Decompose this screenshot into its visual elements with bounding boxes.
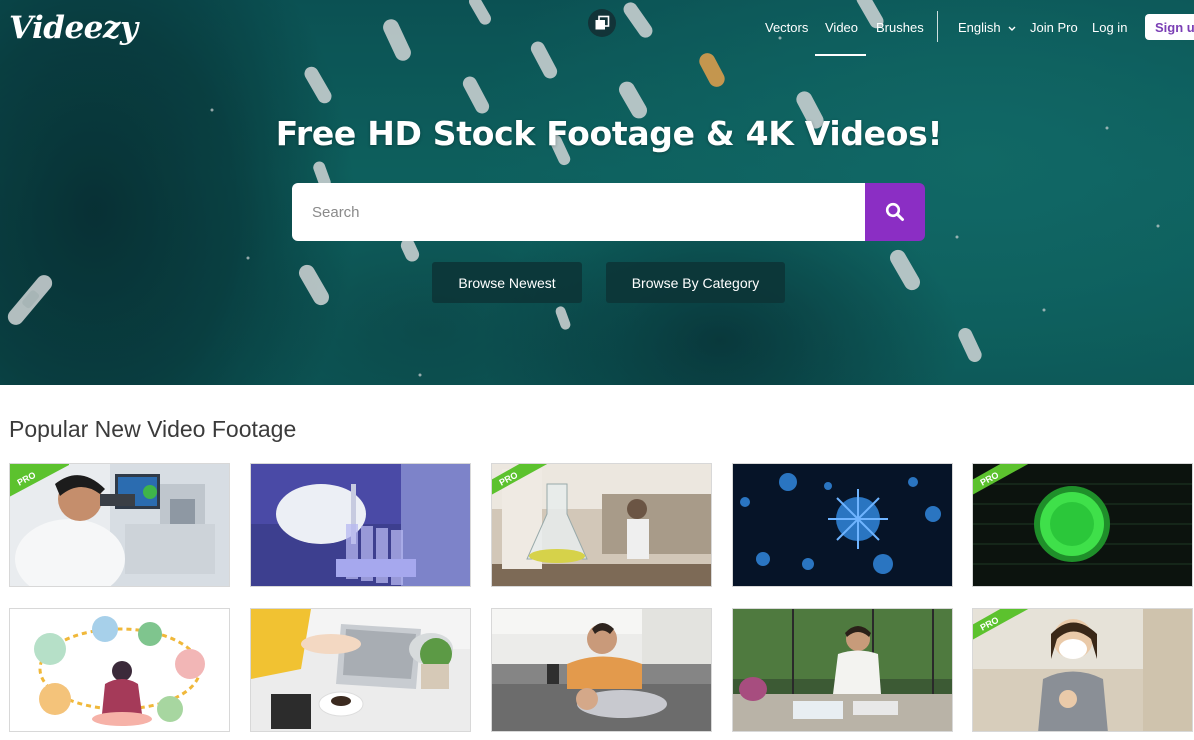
nav-video[interactable]: Video (825, 20, 858, 35)
nav-join-pro[interactable]: Join Pro (1030, 20, 1078, 35)
copy-icon[interactable] (588, 9, 616, 37)
language-selector[interactable]: English (958, 20, 1016, 35)
video-thumbnail-laptop-typing[interactable] (250, 608, 471, 732)
thumbnail-image (251, 609, 470, 731)
thumbnail-image (733, 609, 952, 731)
nav-vectors[interactable]: Vectors (765, 20, 808, 35)
nav-divider (937, 11, 938, 42)
browse-newest-button[interactable]: Browse Newest (432, 262, 582, 303)
pro-badge: PRO (973, 464, 1029, 495)
pro-badge: PRO (973, 609, 1029, 640)
thumbnail-image (492, 609, 711, 731)
video-thumbnail-woman-cafe[interactable] (732, 608, 953, 732)
browse-category-button[interactable]: Browse By Category (606, 262, 785, 303)
thumbnail-image (251, 464, 470, 586)
video-thumbnail-blue-virus[interactable] (732, 463, 953, 587)
pro-badge: PRO (492, 464, 548, 495)
pro-badge: PRO (10, 464, 69, 497)
hero-title: Free HD Stock Footage & 4K Videos! (275, 114, 943, 153)
signup-button[interactable]: Sign up (1145, 14, 1194, 40)
thumbnail-image (733, 464, 952, 586)
video-thumbnail-lab-flask[interactable]: PRO (491, 463, 712, 587)
search-input[interactable] (292, 183, 865, 241)
thumbnail-image (10, 609, 229, 731)
chevron-down-icon (1008, 26, 1016, 31)
section-title: Popular New Video Footage (9, 416, 297, 442)
video-thumbnail-scientist-microscope[interactable]: PRO (9, 463, 230, 587)
videezy-logo[interactable]: Videezy (9, 10, 138, 46)
nav-login[interactable]: Log in (1092, 20, 1127, 35)
search-icon (885, 202, 904, 221)
video-thumbnail-woman-mask[interactable]: PRO (972, 608, 1193, 732)
nav-active-underline (815, 54, 866, 56)
video-thumbnail-lab-pipette[interactable] (250, 463, 471, 587)
nav-brushes[interactable]: Brushes (876, 20, 924, 35)
video-thumbnail-shopping-illustration[interactable] (9, 608, 230, 732)
search-bar (292, 183, 925, 241)
video-thumbnail-green-virus[interactable]: PRO (972, 463, 1193, 587)
search-button[interactable] (865, 183, 925, 241)
video-thumbnail-couple-sofa[interactable] (491, 608, 712, 732)
language-label: English (958, 20, 1001, 35)
